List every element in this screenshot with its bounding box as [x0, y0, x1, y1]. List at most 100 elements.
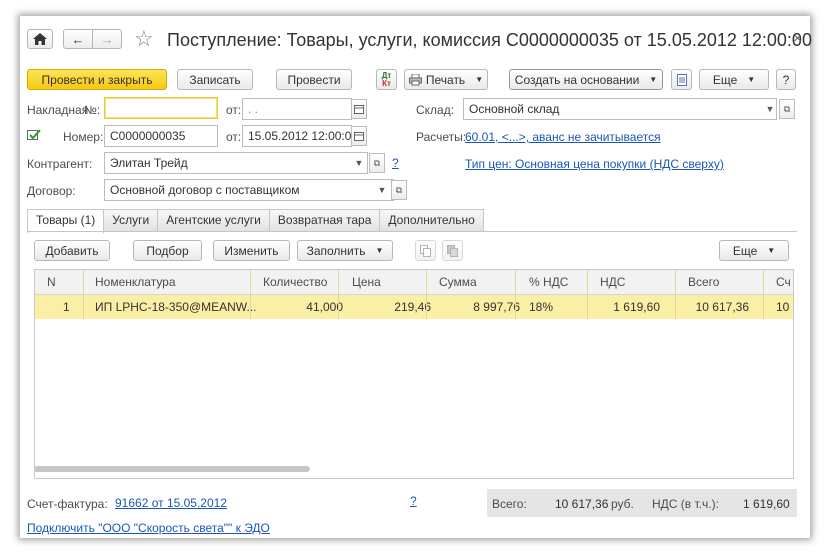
column-divider	[426, 270, 427, 319]
counterparty-help-link[interactable]: ?	[392, 156, 399, 170]
invoice-label: Накладная	[27, 103, 89, 117]
warehouse-input[interactable]: Основной склад	[463, 98, 777, 120]
column-header-vat-rate[interactable]: % НДС	[529, 275, 568, 289]
tab-agent-services[interactable]: Агентские услуги	[157, 209, 270, 231]
print-button[interactable]: Печать ▼	[404, 69, 488, 90]
document-window: ← → ☆ Поступление: Товары, услуги, комис…	[20, 16, 812, 538]
counterparty-dropdown-button[interactable]: ▼	[351, 153, 367, 173]
report-button[interactable]	[671, 69, 692, 90]
column-header-total[interactable]: Всего	[688, 275, 719, 289]
column-header-quantity[interactable]: Количество	[263, 275, 327, 289]
table-more-button[interactable]: Еще ▼	[719, 240, 789, 261]
fill-label: Заполнить	[306, 243, 366, 258]
price-type-link[interactable]: Тип цен: Основная цена покупки (НДС свер…	[465, 157, 724, 171]
tab-returnable-containers[interactable]: Возвратная тара	[268, 209, 381, 231]
chevron-down-icon: ▼	[649, 75, 658, 84]
contract-open-button[interactable]: ⧉	[391, 180, 407, 200]
edo-connect-link[interactable]: Подключить "ООО "Скорость света"" к ЭДО	[27, 521, 270, 535]
create-based-on-label: Создать на основании	[514, 72, 640, 87]
counterparty-label: Контрагент:	[27, 157, 93, 171]
cell-item: ИП LPHC-18-350@MEANW...	[95, 300, 257, 314]
vat-total-label: НДС (в т.ч.):	[652, 497, 719, 511]
copy-rows-button[interactable]	[415, 240, 436, 261]
date-calendar-button[interactable]	[351, 126, 367, 146]
printer-icon	[408, 73, 422, 85]
column-header-price[interactable]: Цена	[352, 275, 381, 289]
column-divider	[83, 270, 84, 319]
help-button[interactable]: ?	[776, 69, 796, 90]
column-header-account[interactable]: Сч	[776, 275, 791, 289]
post-button[interactable]: Провести	[276, 69, 352, 90]
back-arrow-icon: ←	[71, 31, 85, 47]
home-button[interactable]	[27, 29, 53, 49]
column-divider	[250, 270, 251, 319]
number-input[interactable]: С0000000035	[104, 125, 218, 147]
settlements-link[interactable]: 60.01, <...>, аванс не зачитывается	[465, 130, 661, 144]
favorite-star-icon[interactable]: ☆	[134, 26, 154, 52]
save-button[interactable]: Записать	[177, 69, 253, 90]
tab-services[interactable]: Услуги	[103, 209, 159, 231]
settlements-label: Расчеты:	[416, 130, 467, 144]
currency-label: руб.	[611, 497, 634, 511]
date-input[interactable]: 15.05.2012 12:00:00	[242, 125, 352, 147]
invoice-date-input[interactable]: . .	[242, 98, 352, 120]
horizontal-scrollbar[interactable]	[34, 466, 310, 472]
warehouse-dropdown-button[interactable]: ▼	[762, 99, 778, 119]
table-more-label: Еще	[732, 243, 758, 258]
contract-input[interactable]: Основной договор с поставщиком	[104, 179, 394, 201]
chevron-down-icon: ▼	[377, 185, 387, 195]
cell-vat-rate: 18%	[529, 300, 554, 314]
open-form-icon: ⧉	[373, 157, 381, 168]
calendar-icon	[354, 104, 364, 114]
close-icon[interactable]: ×	[793, 30, 802, 47]
goods-table[interactable]: N Номенклатура Количество Цена Сумма % Н…	[34, 269, 794, 479]
chevron-down-icon: ▼	[354, 158, 364, 168]
copy-icon	[420, 244, 431, 257]
tab-bar: Товары (1) Услуги Агентские услуги Возвр…	[27, 209, 484, 233]
chevron-down-icon: ▼	[767, 246, 776, 255]
more-button[interactable]: Еще ▼	[699, 69, 769, 90]
create-based-on-button[interactable]: Создать на основании ▼	[509, 69, 663, 90]
kt-icon: Кт	[382, 78, 391, 88]
invoice-doc-link[interactable]: 91662 от 15.05.2012	[115, 496, 227, 510]
page-title: Поступление: Товары, услуги, комиссия С0…	[167, 30, 812, 50]
pick-button[interactable]: Подбор	[133, 240, 202, 261]
column-divider	[515, 270, 516, 319]
paste-icon	[447, 244, 458, 257]
fill-button[interactable]: Заполнить ▼	[297, 240, 393, 261]
number-label: Номер:	[63, 130, 104, 144]
chevron-down-icon: ▼	[375, 246, 384, 255]
tab-goods[interactable]: Товары (1)	[27, 209, 105, 233]
total-value: 10 617,36	[555, 497, 609, 511]
post-and-close-button[interactable]: Провести и закрыть	[27, 69, 167, 90]
print-label: Печать	[425, 72, 466, 87]
invoice-date-label: от:	[226, 103, 242, 117]
back-button[interactable]: ←	[63, 29, 93, 49]
tab-additional[interactable]: Дополнительно	[379, 209, 484, 231]
invoice-doc-label: Счет-фактура:	[27, 497, 108, 511]
column-divider	[587, 270, 588, 319]
calendar-button[interactable]	[351, 99, 367, 119]
cell-account: 10	[776, 300, 790, 314]
contract-dropdown-button[interactable]: ▼	[374, 180, 390, 200]
column-header-vat[interactable]: НДС	[600, 275, 625, 289]
counterparty-input[interactable]: Элитан Трейд	[104, 152, 368, 174]
invoice-help-link[interactable]: ?	[410, 494, 417, 508]
column-header-n[interactable]: N	[47, 275, 56, 289]
column-header-amount[interactable]: Сумма	[439, 275, 477, 289]
cell-n: 1	[63, 300, 70, 314]
contract-label: Договор:	[27, 184, 76, 198]
warehouse-open-button[interactable]: ⧉	[779, 99, 795, 119]
column-divider	[675, 270, 676, 319]
open-form-icon: ⧉	[395, 184, 403, 195]
invoice-number-input[interactable]	[104, 97, 218, 119]
column-header-item[interactable]: Номенклатура	[95, 275, 176, 289]
dt-kt-button[interactable]: Дт Кт	[376, 69, 397, 90]
calendar-icon	[354, 131, 364, 141]
paste-rows-button[interactable]	[442, 240, 463, 261]
forward-button[interactable]: →	[92, 29, 122, 49]
add-row-button[interactable]: Добавить	[34, 240, 110, 261]
edit-button[interactable]: Изменить	[213, 240, 290, 261]
counterparty-open-button[interactable]: ⧉	[369, 153, 385, 173]
table-row[interactable]: 1 ИП LPHC-18-350@MEANW... 41,000 219,46 …	[35, 295, 793, 319]
